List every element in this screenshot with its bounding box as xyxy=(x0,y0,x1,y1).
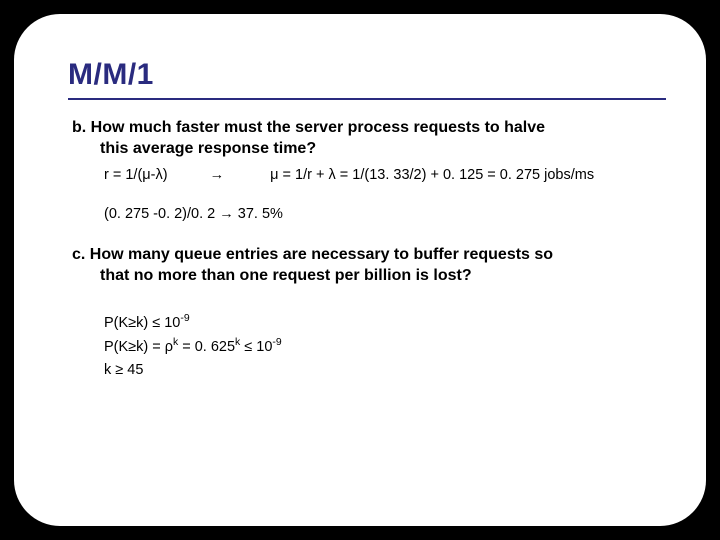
c-math-line1: P(K≥k) ≤ 10-9 xyxy=(104,314,660,334)
question-b-line2: this average response time? xyxy=(72,139,660,160)
c-line2-c: ≤ 10 xyxy=(240,339,272,355)
question-b-line1: b. How much faster must the server proce… xyxy=(72,119,545,136)
c-line1-exp: -9 xyxy=(180,313,189,324)
b-line1-lhs: r = 1/(μ-λ) xyxy=(104,167,168,183)
question-c: c. How many queue entries are necessary … xyxy=(72,245,660,287)
question-c-line2: that no more than one request per billio… xyxy=(72,266,660,287)
slide-card: M/M/1 b. How much faster must the server… xyxy=(14,14,706,526)
b-line1-rhs: μ = 1/r + λ = 1/(13. 33/2) + 0. 125 = 0.… xyxy=(270,167,594,183)
b-math-line1: r = 1/(μ-λ) → μ = 1/r + λ = 1/(13. 33/2)… xyxy=(104,166,660,186)
arrow-icon: → xyxy=(208,166,226,186)
c-line2-b: = 0. 625 xyxy=(178,339,235,355)
c-line2-a: P(K≥k) = ρ xyxy=(104,339,173,355)
b-math-line2: (0. 275 -0. 2)/0. 2 → 37. 5% xyxy=(104,205,660,225)
c-line2-exp3: -9 xyxy=(272,337,281,348)
c-line1-a: P(K≥k) ≤ 10 xyxy=(104,315,180,331)
slide-title: M/M/1 xyxy=(68,58,660,92)
title-rule xyxy=(68,98,666,100)
c-math-line3: k ≥ 45 xyxy=(104,361,660,381)
question-b: b. How much faster must the server proce… xyxy=(72,118,660,160)
c-math-line2: P(K≥k) = ρk = 0. 625k ≤ 10-9 xyxy=(104,338,660,358)
question-c-line1: c. How many queue entries are necessary … xyxy=(72,246,553,263)
